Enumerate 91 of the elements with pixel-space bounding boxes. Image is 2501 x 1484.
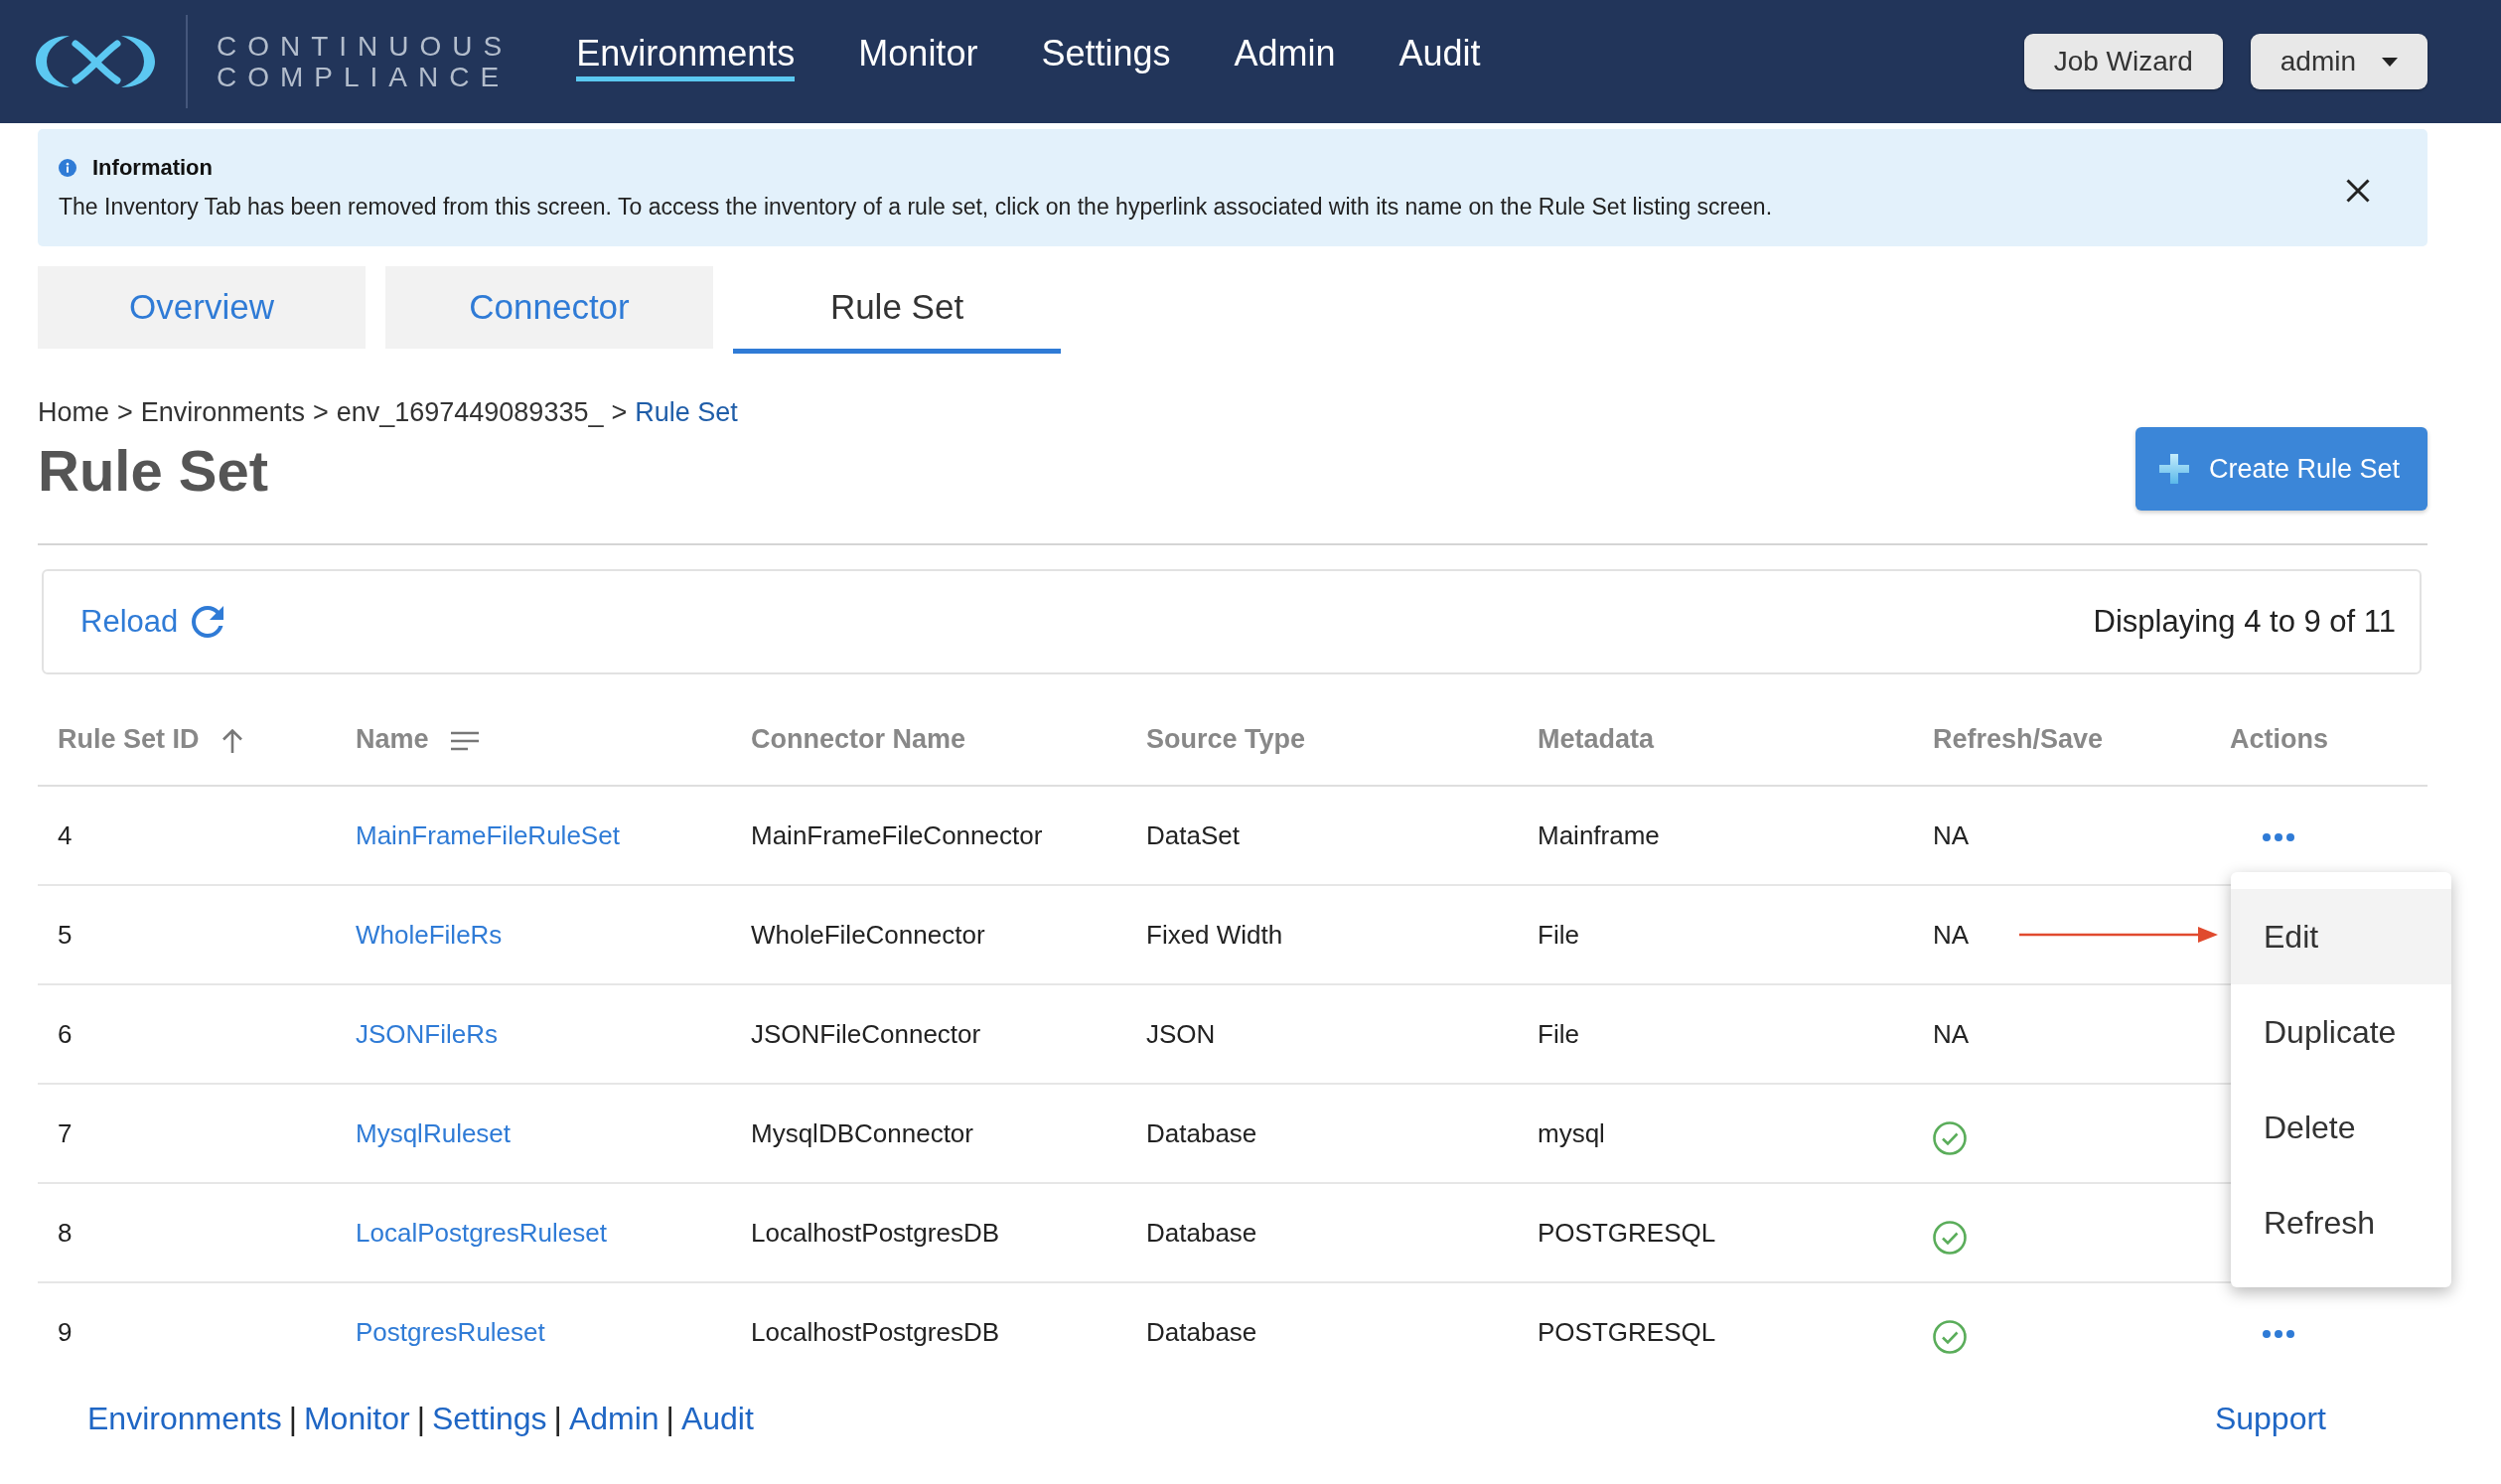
table-cell: 6 [38,984,336,1084]
logo-text: COMPLIANCE [217,62,512,92]
plus-icon [2158,454,2189,484]
arrow-up-icon [221,728,243,755]
reload-link[interactable]: Reload [80,598,224,646]
column-header: Actions [2230,724,2328,755]
name-link[interactable]: WholeFileRs [356,919,503,950]
table-cell: 5 [38,885,336,984]
page-title: Rule Set [38,437,270,505]
info-icon [59,158,76,177]
footer-link[interactable]: Admin [568,1401,660,1436]
breadcrumb-separator: > [312,397,329,427]
footer-link[interactable]: Settings [431,1401,547,1436]
column-header: Refresh/Save [1933,724,2104,755]
create-button[interactable]: Create Rule Set [2134,427,2427,511]
nav-link[interactable]: Environments [576,33,796,81]
breadcrumb-item[interactable]: Environments [140,397,305,427]
column-header[interactable]: Rule Set ID [58,724,200,755]
check-circle-icon [1933,1320,1967,1355]
alert-message: The Inventory Tab has been removed from this screen. To access the inventory of a rule set, click on the hyperlink associated with its name on the Rule Set listing screen. [59,192,1774,222]
logo-text: CONTINUOUS [217,31,514,62]
check-circle-icon [1933,1220,1967,1255]
footer-separator: | [288,1401,297,1436]
nav-link[interactable]: Monitor [858,33,978,81]
footer-separator: | [665,1401,674,1436]
ellipsis-icon [2263,832,2294,841]
ellipsis-icon [2263,1330,2294,1339]
table-cell: JSONFileConnector [731,984,1126,1084]
footer-separator: | [416,1401,425,1436]
menu-item[interactable]: Refresh [2231,1175,2451,1270]
table-cell: LocalhostPostgresDB [731,1282,1126,1382]
menu-item[interactable]: Delete [2231,1080,2451,1175]
menu-item[interactable]: Edit [2231,889,2451,984]
table-cell: Fixed Width [1126,885,1518,984]
column-header: Connector Name [751,724,966,755]
footer-link[interactable]: Audit [680,1401,754,1436]
check-circle-icon [1933,1120,1967,1155]
table-cell: MysqlDBConnector [731,1084,1126,1183]
menu-item[interactable]: Duplicate [2231,984,2451,1080]
table-cell: Database [1126,1183,1518,1282]
table-cell: 8 [38,1183,336,1282]
breadcrumb-separator: > [611,397,628,427]
table-cell: JSON [1126,984,1518,1084]
close-button[interactable] [2346,179,2370,203]
more-button[interactable] [2263,832,2294,841]
breadcrumb-item[interactable]: Rule Set [635,397,738,427]
header-button[interactable]: Job Wizard [2023,34,2223,89]
table-cell: WholeFileConnector [731,885,1126,984]
breadcrumb-item[interactable]: env_1697449089335_ [336,397,604,427]
name-link[interactable]: JSONFileRs [356,1018,498,1049]
table-cell: 4 [38,786,336,885]
nav-link[interactable]: Settings [1041,33,1171,81]
close-icon [2346,179,2370,203]
reload-icon [192,606,224,638]
table-cell: Database [1126,1084,1518,1183]
column-header: Source Type [1146,724,1306,755]
name-link[interactable]: PostgresRuleset [356,1317,545,1347]
alert-title: Information [92,154,213,181]
table-cell: 7 [38,1084,336,1183]
table-cell: MainFrameFileConnector [731,786,1126,885]
table-cell: File [1518,984,1913,1084]
table-cell: NA [1913,984,2210,1084]
table-cell: LocalhostPostgresDB [731,1183,1126,1282]
tab[interactable]: Rule Set [733,266,1061,354]
name-link[interactable]: MainFrameFileRuleSet [356,819,620,850]
nav-link[interactable]: Audit [1398,33,1481,81]
column-header: Metadata [1538,724,1655,755]
breadcrumb-item[interactable]: Home [38,397,110,427]
lines-icon [450,731,479,752]
table-cell: mysql [1518,1084,1913,1183]
footer-link[interactable]: Monitor [303,1401,410,1436]
footer-link[interactable]: Environments [87,1401,282,1436]
name-link[interactable]: MysqlRuleset [356,1117,512,1148]
table-cell: Mainframe [1518,786,1913,885]
table-cell: Database [1126,1282,1518,1382]
table-cell: NA [1913,786,2210,885]
table-cell: POSTGRESQL [1518,1282,1913,1382]
column-header[interactable]: Name [356,724,429,755]
table-cell: File [1518,885,1913,984]
user-menu-button[interactable]: admin [2250,34,2427,89]
name-link[interactable]: LocalPostgresRuleset [356,1217,607,1248]
table-cell: 9 [38,1282,336,1382]
footer-link[interactable]: Support [2214,1400,2326,1437]
footer-separator: | [553,1401,562,1436]
breadcrumb-separator: > [117,397,133,427]
table-cell: DataSet [1126,786,1518,885]
more-button[interactable] [2263,1330,2294,1339]
table-cell: POSTGRESQL [1518,1183,1913,1282]
caret-icon [2382,57,2398,67]
nav-link[interactable]: Admin [1234,33,1336,81]
record-count: Displaying 4 to 9 of 11 [2093,602,2396,641]
